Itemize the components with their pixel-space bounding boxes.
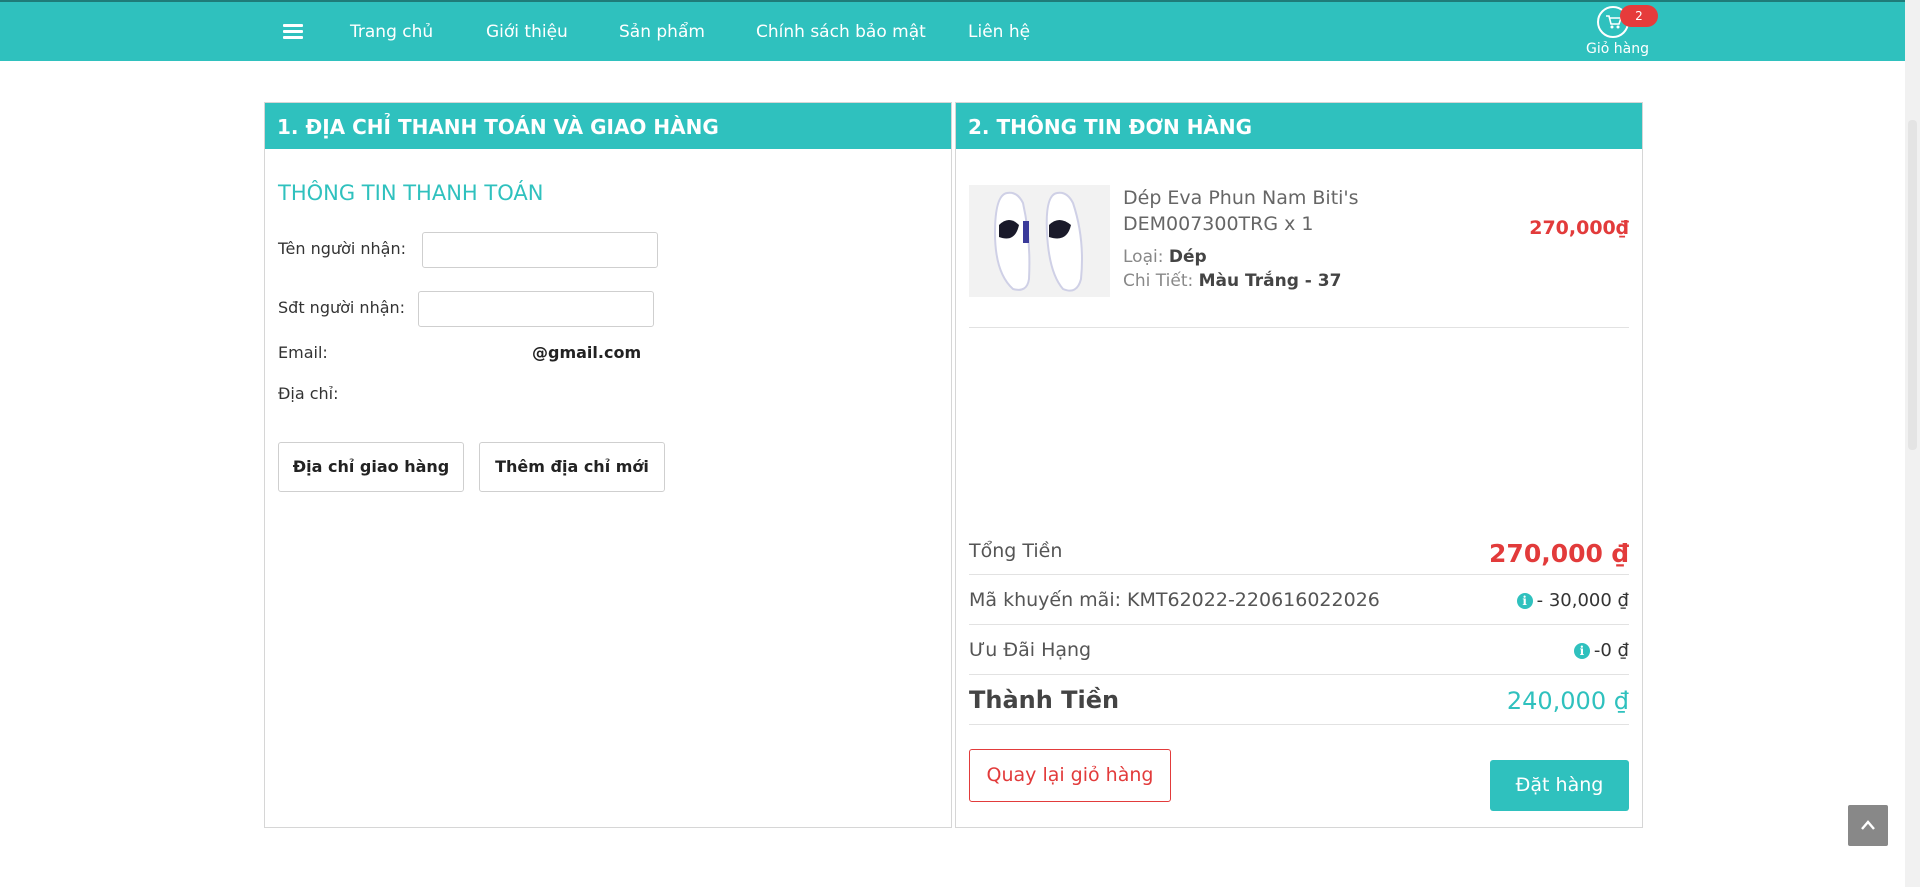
cart-button[interactable]: 2 Giỏ hàng	[1580, 5, 1658, 61]
final-total-value: 240,000 ₫	[1506, 687, 1629, 715]
billing-panel-header: 1. ĐỊA CHỈ THANH TOÁN VÀ GIAO HÀNG	[265, 103, 951, 149]
order-panel: 2. THÔNG TIN ĐƠN HÀNG Dép Eva Phun Nam B…	[955, 102, 1643, 828]
back-to-cart-button[interactable]: Quay lại giỏ hàng	[969, 749, 1171, 802]
hamburger-menu-icon[interactable]	[283, 24, 303, 40]
email-label: Email:	[278, 343, 328, 362]
place-order-button[interactable]: Đặt hàng	[1490, 760, 1629, 811]
product-type-label: Loại:	[1123, 247, 1164, 267]
product-type: Loại: Dép	[1123, 247, 1207, 267]
promo-info-icon[interactable]: i	[1516, 593, 1533, 609]
recipient-name-input[interactable]	[422, 232, 658, 268]
rank-discount-value-wrap: i -0 ₫	[1573, 640, 1629, 661]
promo-value-wrap: i- 30,000 ₫	[1516, 590, 1629, 611]
add-new-address-button[interactable]: Thêm địa chỉ mới	[479, 442, 665, 492]
product-price: 270,000₫	[1529, 217, 1629, 239]
product-divider	[969, 327, 1629, 328]
recipient-name-label: Tên người nhận:	[278, 239, 406, 258]
promo-label: Mã khuyến mãi: KMT62022-220616022026	[969, 589, 1380, 611]
recipient-phone-input[interactable]	[418, 291, 654, 327]
final-total-row: Thành Tiền 240,000 ₫	[969, 675, 1629, 725]
recipient-phone-label: Sđt người nhận:	[278, 298, 406, 317]
shipping-address-button[interactable]: Địa chỉ giao hàng	[278, 442, 464, 492]
rank-discount-label: Ưu Đãi Hạng	[969, 639, 1092, 661]
scrollbar-thumb[interactable]	[1908, 120, 1917, 450]
cart-label: Giỏ hàng	[1586, 41, 1649, 57]
product-detail: Chi Tiết: Màu Trắng - 37	[1123, 271, 1341, 291]
product-type-value: Dép	[1168, 247, 1207, 267]
nav-products[interactable]: Sản phẩm	[619, 22, 705, 42]
nav-privacy-policy[interactable]: Chính sách bảo mật	[756, 22, 926, 42]
nav-contact[interactable]: Liên hệ	[968, 22, 1030, 42]
nav-about[interactable]: Giới thiệu	[486, 22, 568, 42]
billing-panel: 1. ĐỊA CHỈ THANH TOÁN VÀ GIAO HÀNG THÔNG…	[264, 102, 952, 828]
page-scrollbar[interactable]	[1905, 0, 1920, 887]
rank-info-icon[interactable]: i	[1573, 643, 1590, 659]
email-value: @gmail.com	[532, 343, 642, 362]
rank-discount-row: Ưu Đãi Hạng i -0 ₫	[969, 625, 1629, 675]
billing-section-title: THÔNG TIN THANH TOÁN	[278, 181, 544, 205]
scroll-to-top-button[interactable]	[1848, 805, 1888, 846]
promo-value: - 30,000 ₫	[1536, 590, 1629, 611]
product-detail-value: Màu Trắng - 37	[1198, 271, 1342, 291]
promo-row: Mã khuyến mãi: KMT62022-220616022026 i- …	[969, 575, 1629, 625]
address-label: Địa chỉ:	[278, 384, 339, 403]
product-name[interactable]: Dép Eva Phun Nam Biti's DEM007300TRG x 1	[1123, 185, 1423, 237]
cart-count-badge: 2	[1620, 5, 1658, 27]
top-navbar: Trang chủ Giới thiệu Sản phẩm Chính sách…	[0, 0, 1905, 61]
total-label: Tổng Tiền	[969, 540, 1063, 562]
product-detail-label: Chi Tiết:	[1123, 271, 1194, 291]
final-total-label: Thành Tiền	[969, 686, 1120, 714]
rank-discount-value: -0 ₫	[1593, 640, 1629, 661]
total-value: 270,000 ₫	[1489, 539, 1629, 568]
total-row: Tổng Tiền 270,000 ₫	[969, 525, 1629, 575]
order-panel-header: 2. THÔNG TIN ĐƠN HÀNG	[956, 103, 1642, 149]
product-image[interactable]	[969, 185, 1110, 297]
nav-home[interactable]: Trang chủ	[350, 22, 433, 42]
chevron-up-icon	[1861, 820, 1875, 830]
